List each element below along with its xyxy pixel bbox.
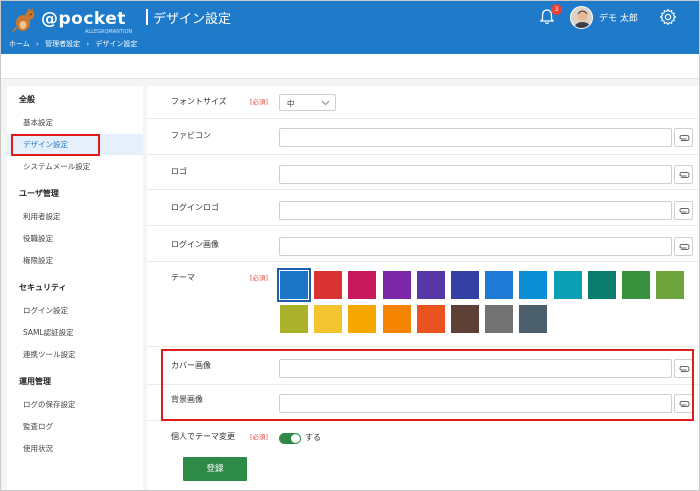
personal-theme-toggle-label: する bbox=[305, 433, 321, 442]
sidebar-item-usage-status[interactable]: 使用状況 bbox=[7, 438, 143, 459]
logo-attach-button[interactable] bbox=[674, 165, 693, 184]
form-row-theme: テーマ [必須] bbox=[147, 262, 699, 347]
font-size-label: フォントサイズ bbox=[171, 97, 227, 106]
app-header: @pocket ALLEGROMANTION デザイン設定 ホーム › 管理者設… bbox=[1, 1, 699, 54]
theme-color-swatch[interactable] bbox=[416, 271, 445, 299]
theme-color-swatch[interactable] bbox=[519, 305, 548, 333]
theme-color-swatch[interactable] bbox=[656, 271, 685, 299]
sidebar-heading-operations: 運用管理 bbox=[19, 377, 51, 386]
theme-color-swatch[interactable] bbox=[348, 305, 377, 333]
login-logo-input[interactable] bbox=[279, 201, 672, 220]
theme-color-swatch[interactable] bbox=[277, 268, 311, 302]
theme-color-swatch[interactable] bbox=[416, 305, 445, 333]
required-badge: [必須] bbox=[250, 274, 269, 282]
sidebar-heading-general: 全般 bbox=[19, 95, 35, 104]
paperclip-icon bbox=[679, 244, 690, 250]
form-row-login-image: ログイン画像 bbox=[147, 226, 699, 262]
user-name[interactable]: デモ 太郎 bbox=[599, 11, 638, 24]
toggle-knob bbox=[291, 434, 300, 443]
logo-wordmark: @pocket bbox=[41, 9, 126, 29]
breadcrumb-separator: › bbox=[36, 40, 39, 48]
font-size-selected-value: 中 bbox=[287, 99, 295, 108]
sidebar-item-permission-settings[interactable]: 権限設定 bbox=[7, 250, 143, 271]
form-row-logo: ロゴ bbox=[147, 155, 699, 190]
toolbar-strip bbox=[1, 54, 699, 79]
theme-color-swatch[interactable] bbox=[314, 305, 343, 333]
paperclip-icon bbox=[679, 172, 690, 178]
theme-color-swatch[interactable] bbox=[451, 305, 479, 333]
login-image-input[interactable] bbox=[279, 237, 672, 256]
theme-color-swatch[interactable] bbox=[451, 271, 479, 299]
personal-theme-toggle[interactable] bbox=[279, 433, 301, 444]
breadcrumb-current: デザイン設定 bbox=[95, 40, 138, 48]
theme-color-swatch[interactable] bbox=[622, 271, 650, 299]
breadcrumb: ホーム › 管理者設定 › デザイン設定 bbox=[9, 39, 137, 49]
app-window: @pocket ALLEGROMANTION デザイン設定 ホーム › 管理者設… bbox=[0, 0, 700, 491]
theme-color-swatch[interactable] bbox=[553, 271, 582, 299]
sidebar-heading-security: セキュリティ bbox=[19, 283, 67, 292]
font-size-select[interactable]: 中 bbox=[279, 94, 336, 111]
theme-color-swatch[interactable] bbox=[382, 271, 411, 299]
favicon-input[interactable] bbox=[279, 128, 672, 147]
breadcrumb-home[interactable]: ホーム bbox=[9, 39, 30, 49]
sidebar-heading-user-management: ユーザ管理 bbox=[19, 189, 59, 198]
favicon-attach-button[interactable] bbox=[674, 128, 693, 147]
logo-input[interactable] bbox=[279, 165, 672, 184]
form-row-favicon: ファビコン bbox=[147, 119, 699, 155]
gear-icon[interactable] bbox=[659, 8, 677, 26]
theme-color-swatch[interactable] bbox=[519, 271, 548, 299]
sidebar-item-saml-settings[interactable]: SAML認証設定 bbox=[7, 322, 143, 343]
login-image-label: ログイン画像 bbox=[171, 240, 219, 249]
chevron-down-icon bbox=[321, 100, 330, 106]
login-logo-attach-button[interactable] bbox=[674, 201, 693, 220]
sidebar-item-login-settings[interactable]: ログイン設定 bbox=[7, 300, 143, 321]
submit-button[interactable]: 登録 bbox=[183, 457, 247, 481]
design-settings-form: フォントサイズ [必須] 中 ファビコン ロゴ ログインロゴ ログイン画像 テー… bbox=[147, 86, 699, 490]
login-image-attach-button[interactable] bbox=[674, 237, 693, 256]
form-row-font-size: フォントサイズ [必須] 中 bbox=[147, 86, 699, 119]
highlight-annotation-design-settings bbox=[11, 134, 100, 156]
user-avatar[interactable] bbox=[570, 6, 593, 29]
sidebar-item-system-mail-settings[interactable]: システムメール設定 bbox=[7, 156, 143, 177]
theme-label: テーマ bbox=[171, 273, 195, 282]
page-title: デザイン設定 bbox=[153, 12, 232, 27]
theme-color-swatch[interactable] bbox=[314, 271, 343, 299]
login-logo-label: ログインロゴ bbox=[171, 203, 219, 212]
sidebar-item-audit-log[interactable]: 監査ログ bbox=[7, 416, 143, 437]
sidebar-item-position-settings[interactable]: 役職設定 bbox=[7, 228, 143, 249]
personal-theme-label: 個人でテーマ変更 bbox=[171, 432, 235, 441]
kangaroo-logo-icon bbox=[11, 7, 35, 32]
breadcrumb-separator: › bbox=[86, 40, 90, 48]
sidebar-item-basic-settings[interactable]: 基本設定 bbox=[7, 112, 143, 133]
theme-color-swatch[interactable] bbox=[348, 271, 377, 299]
paperclip-icon bbox=[679, 135, 690, 141]
sidebar-item-log-retention-settings[interactable]: ログの保存設定 bbox=[7, 394, 143, 415]
form-row-personal-theme: 個人でテーマ変更 [必須] する bbox=[147, 421, 699, 451]
logo-label: ロゴ bbox=[171, 167, 187, 176]
breadcrumb-admin-settings[interactable]: 管理者設定 bbox=[45, 39, 80, 49]
logo-tagline: ALLEGROMANTION bbox=[85, 29, 133, 35]
highlight-annotation-image-fields bbox=[161, 349, 694, 421]
theme-color-swatch[interactable] bbox=[382, 305, 411, 333]
avatar-photo-icon bbox=[571, 7, 592, 28]
header-divider bbox=[146, 9, 148, 25]
sidebar-item-user-settings[interactable]: 利用者設定 bbox=[7, 206, 143, 227]
sidebar-item-integration-tool-settings[interactable]: 連携ツール設定 bbox=[7, 344, 143, 365]
theme-color-swatch[interactable] bbox=[280, 305, 308, 333]
form-row-login-logo: ログインロゴ bbox=[147, 190, 699, 226]
required-badge: [必須] bbox=[250, 98, 269, 106]
notification-count-badge: 3 bbox=[551, 4, 562, 15]
theme-color-swatch[interactable] bbox=[485, 271, 514, 299]
app-logo[interactable]: @pocket ALLEGROMANTION bbox=[11, 7, 133, 35]
theme-color-swatch[interactable] bbox=[587, 271, 616, 299]
favicon-label: ファビコン bbox=[171, 131, 211, 140]
theme-color-swatch[interactable] bbox=[485, 305, 514, 333]
paperclip-icon bbox=[679, 208, 690, 214]
required-badge: [必須] bbox=[250, 433, 269, 441]
